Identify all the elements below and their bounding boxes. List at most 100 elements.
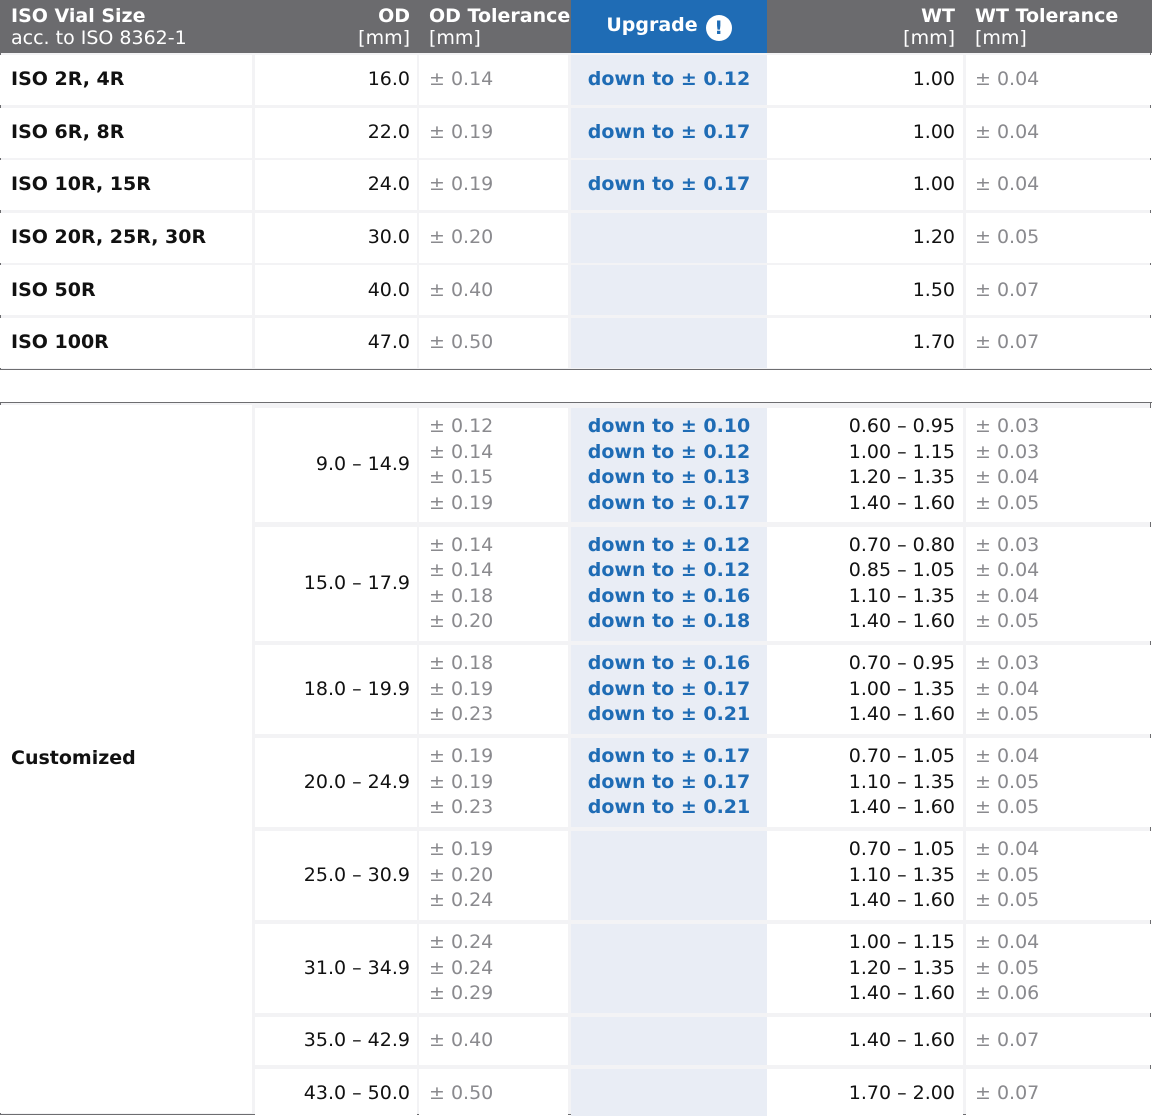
iso-vial-size-label: ISO 6R, 8R bbox=[11, 120, 125, 143]
iso-vial-size-label: ISO 50R bbox=[11, 278, 96, 301]
custom-wt-tolerance-value: ± 0.05 bbox=[975, 796, 1040, 819]
custom-od-tolerance-value: ± 0.19 bbox=[429, 838, 494, 861]
iso-vial-size-label: ISO 10R, 15R bbox=[11, 173, 151, 196]
custom-upgrade-value: down to ± 0.21 bbox=[587, 796, 751, 819]
iso-vial-size-label: ISO 100R bbox=[11, 331, 109, 354]
tolerance-table: ISO Vial Size acc. to ISO 8362-1 OD [mm]… bbox=[0, 0, 1152, 1116]
custom-wt-tolerance-value: ± 0.04 bbox=[975, 584, 1040, 607]
custom-wt-tolerance-value: ± 0.05 bbox=[975, 703, 1040, 726]
wt-tolerance-value: ± 0.07 bbox=[975, 278, 1040, 301]
custom-wt-tolerance-value: ± 0.07 bbox=[975, 1081, 1040, 1104]
custom-od-tolerance-value: ± 0.23 bbox=[429, 796, 494, 819]
upgrade-value: down to ± 0.12 bbox=[587, 68, 751, 91]
custom-wt-tolerance-value: ± 0.04 bbox=[975, 931, 1040, 954]
custom-wt-tolerance-value: ± 0.04 bbox=[975, 838, 1040, 861]
custom-wt-range: 1.00 – 1.15 bbox=[848, 931, 955, 954]
header-wt-title: WT bbox=[921, 5, 955, 27]
custom-od-tolerance-value: ± 0.14 bbox=[429, 559, 494, 582]
od-value: 30.0 bbox=[367, 226, 410, 248]
custom-od-tolerance-value: ± 0.24 bbox=[429, 889, 494, 912]
custom-upgrade-value: down to ± 0.12 bbox=[587, 559, 751, 582]
iso-row-upgrade-cell bbox=[571, 318, 767, 368]
header-od-title: OD bbox=[378, 5, 410, 27]
custom-od-range: 20.0 – 24.9 bbox=[303, 770, 410, 793]
custom-upgrade-value: down to ± 0.17 bbox=[587, 770, 751, 793]
custom-upgrade-value: down to ± 0.10 bbox=[587, 415, 751, 437]
custom-od-tolerance-value: ± 0.23 bbox=[429, 703, 494, 726]
header-upgrade: Upgrade! bbox=[571, 0, 767, 53]
custom-wt-range: 0.70 – 0.80 bbox=[848, 533, 955, 556]
custom-od-tolerance-value: ± 0.12 bbox=[429, 415, 494, 437]
wt-tolerance-value: ± 0.07 bbox=[975, 331, 1040, 354]
custom-od-tolerance-value: ± 0.50 bbox=[429, 1081, 494, 1104]
custom-od-range: 43.0 – 50.0 bbox=[303, 1081, 410, 1104]
custom-upgrade-value: down to ± 0.21 bbox=[587, 703, 751, 726]
custom-od-range: 31.0 – 34.9 bbox=[303, 956, 410, 979]
custom-wt-range: 1.00 – 1.15 bbox=[848, 440, 955, 463]
exclamation-icon: ! bbox=[705, 15, 732, 41]
custom-od-range: 25.0 – 30.9 bbox=[303, 863, 410, 886]
wt-value: 1.00 bbox=[912, 68, 955, 91]
custom-wt-tolerance-value: ± 0.04 bbox=[975, 466, 1040, 489]
custom-wt-range: 1.40 – 1.60 bbox=[848, 1029, 955, 1052]
custom-upgrade-value: down to ± 0.16 bbox=[587, 584, 751, 607]
custom-wt-range: 1.40 – 1.60 bbox=[848, 889, 955, 912]
custom-wt-tolerance-value: ± 0.06 bbox=[975, 982, 1040, 1005]
header-od: OD [mm] bbox=[255, 0, 410, 53]
custom-wt-tolerance-value: ± 0.05 bbox=[975, 610, 1040, 633]
custom-od-tolerance-value: ± 0.19 bbox=[429, 745, 494, 768]
header-iso-title: ISO Vial Size bbox=[11, 5, 146, 27]
wt-value: 1.00 bbox=[912, 173, 955, 196]
custom-od-tolerance-value: ± 0.29 bbox=[429, 982, 494, 1005]
header-iso-subtitle: acc. to ISO 8362-1 bbox=[11, 27, 187, 49]
header-wt: WT [mm] bbox=[767, 0, 955, 53]
od-value: 16.0 bbox=[367, 68, 410, 91]
custom-od-range: 18.0 – 19.9 bbox=[303, 677, 410, 700]
custom-wt-tolerance-value: ± 0.05 bbox=[975, 863, 1040, 886]
header-upgrade-label: Upgrade bbox=[606, 14, 698, 36]
custom-group-upgrade-cell bbox=[571, 831, 767, 920]
custom-od-tolerance-value: ± 0.14 bbox=[429, 533, 494, 556]
upgrade-value: down to ± 0.17 bbox=[587, 120, 751, 143]
od-tolerance-value: ± 0.14 bbox=[429, 68, 494, 91]
header-iso-vial-size: ISO Vial Size acc. to ISO 8362-1 bbox=[11, 0, 251, 53]
custom-wt-range: 1.70 – 2.00 bbox=[848, 1081, 955, 1104]
od-tolerance-value: ± 0.50 bbox=[429, 331, 494, 354]
custom-od-tolerance-value: ± 0.19 bbox=[429, 770, 494, 793]
header-wt-unit: [mm] bbox=[903, 27, 955, 49]
custom-od-tolerance-value: ± 0.20 bbox=[429, 863, 494, 886]
custom-wt-range: 0.85 – 1.05 bbox=[848, 559, 955, 582]
custom-wt-range: 1.40 – 1.60 bbox=[848, 796, 955, 819]
od-tolerance-value: ± 0.19 bbox=[429, 173, 494, 196]
custom-od-tolerance-value: ± 0.24 bbox=[429, 956, 494, 979]
od-tolerance-value: ± 0.20 bbox=[429, 226, 494, 248]
custom-wt-tolerance-value: ± 0.07 bbox=[975, 1029, 1040, 1052]
customized-label: Customized bbox=[11, 747, 136, 770]
custom-od-tolerance-value: ± 0.19 bbox=[429, 491, 494, 514]
custom-wt-range: 0.70 – 1.05 bbox=[848, 838, 955, 861]
custom-wt-range: 1.40 – 1.60 bbox=[848, 982, 955, 1005]
custom-od-tolerance-value: ± 0.18 bbox=[429, 584, 494, 607]
custom-group-upgrade-cell bbox=[571, 1017, 767, 1066]
custom-od-tolerance-value: ± 0.14 bbox=[429, 440, 494, 463]
custom-wt-tolerance-value: ± 0.03 bbox=[975, 415, 1040, 437]
custom-wt-tolerance-value: ± 0.05 bbox=[975, 956, 1040, 979]
custom-wt-range: 1.20 – 1.35 bbox=[848, 956, 955, 979]
custom-od-tolerance-value: ± 0.40 bbox=[429, 1029, 494, 1052]
wt-tolerance-value: ± 0.04 bbox=[975, 120, 1040, 143]
header-od-tolerance: OD Tolerance [mm] bbox=[429, 0, 571, 53]
od-tolerance-value: ± 0.19 bbox=[429, 120, 494, 143]
iso-row-upgrade-cell bbox=[571, 212, 767, 263]
wt-value: 1.00 bbox=[912, 120, 955, 143]
custom-od-tolerance-value: ± 0.15 bbox=[429, 466, 494, 489]
custom-upgrade-value: down to ± 0.17 bbox=[587, 677, 751, 700]
custom-wt-range: 1.40 – 1.60 bbox=[848, 703, 955, 726]
od-value: 47.0 bbox=[367, 331, 410, 354]
table-header: ISO Vial Size acc. to ISO 8362-1 OD [mm]… bbox=[0, 0, 1152, 53]
custom-upgrade-value: down to ± 0.12 bbox=[587, 440, 751, 463]
custom-wt-tolerance-value: ± 0.03 bbox=[975, 533, 1040, 556]
wt-tolerance-value: ± 0.04 bbox=[975, 173, 1040, 196]
custom-wt-tolerance-value: ± 0.04 bbox=[975, 745, 1040, 768]
header-od-tolerance-title: OD Tolerance bbox=[429, 5, 571, 27]
custom-wt-range: 1.40 – 1.60 bbox=[848, 610, 955, 633]
